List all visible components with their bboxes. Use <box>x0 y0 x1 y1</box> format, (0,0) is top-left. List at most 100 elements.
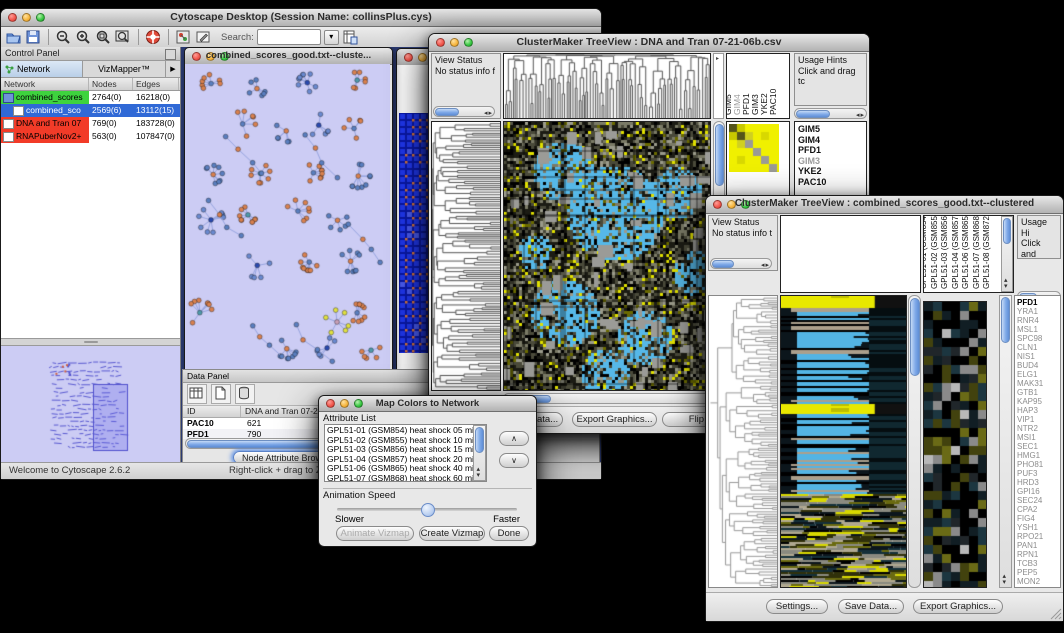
tv2-gene-label[interactable]: VIP1 <box>1017 415 1058 424</box>
zoom-fit-icon[interactable] <box>115 29 132 46</box>
tv1-button-export-graphics-[interactable]: Export Graphics... <box>572 412 657 427</box>
tv2-zoom-heatmap[interactable] <box>924 302 986 587</box>
tv2-gene-label[interactable]: PEP5 <box>1017 568 1058 577</box>
tv2-gene-label[interactable]: NTR2 <box>1017 424 1058 433</box>
vizmapper-icon[interactable] <box>175 29 192 46</box>
tv1-zoom-matrix[interactable] <box>729 124 779 172</box>
tv2-gene-label[interactable]: MSI1 <box>1017 433 1058 442</box>
tab-network[interactable]: Network <box>1 61 83 77</box>
tv2-button-settings-[interactable]: Settings... <box>766 599 828 614</box>
tv1-gene-label[interactable]: YKE2 <box>798 166 863 177</box>
attribute-list-vscrollbar[interactable]: ▴▾ <box>473 425 486 481</box>
network-view-frame[interactable]: combined_scores_good.txt--cluste... <box>184 47 393 371</box>
tv2-gene-label[interactable]: TCB3 <box>1017 559 1058 568</box>
column-header-edges[interactable]: Edges <box>133 78 179 90</box>
tv2-gene-label[interactable]: RPO21 <box>1017 532 1058 541</box>
tv2-heatmap[interactable] <box>781 296 906 587</box>
attribute-list-item[interactable]: GPL51-07 (GSM868) heat shock 60 min <box>327 474 484 482</box>
new-attribute-icon[interactable] <box>211 384 231 404</box>
tv1-gene-label[interactable]: PAC10 <box>798 177 863 188</box>
tv1-gene-label[interactable]: PFD1 <box>798 145 863 156</box>
tab-overflow-button[interactable]: ▶ <box>165 61 180 77</box>
zoom-in-icon[interactable] <box>75 29 92 46</box>
dialog-button-done[interactable]: Done <box>489 526 529 541</box>
tv2-gene-label[interactable]: MON2 <box>1017 577 1058 586</box>
tv2-gene-label[interactable]: PFD1 <box>1017 298 1058 307</box>
tv2-gene-label[interactable]: HMG1 <box>1017 451 1058 460</box>
tv2-gene-label[interactable]: SEC1 <box>1017 442 1058 451</box>
tv2-gene-label[interactable]: GTB1 <box>1017 388 1058 397</box>
annotation-icon[interactable] <box>195 29 212 46</box>
tv2-gene-label[interactable]: YSH1 <box>1017 523 1058 532</box>
tv1-column-dendrogram[interactable] <box>504 54 710 118</box>
attribute-list[interactable]: GPL51-01 (GSM854) heat shock 05 minGPL51… <box>324 424 487 482</box>
tv2-gene-label[interactable]: KAP95 <box>1017 397 1058 406</box>
tv2-gene-label[interactable]: NIS1 <box>1017 352 1058 361</box>
tv1-gene-label[interactable]: GIM3 <box>798 156 863 167</box>
tv2-gene-label[interactable]: MSL1 <box>1017 325 1058 334</box>
panel-splitter[interactable] <box>1 338 180 346</box>
treeview2-titlebar[interactable]: ClusterMaker TreeView : combined_scores_… <box>706 196 1063 214</box>
tv2-gene-label[interactable]: PUF3 <box>1017 469 1058 478</box>
tv2-gene-label[interactable]: BUD4 <box>1017 361 1058 370</box>
delete-attribute-icon[interactable] <box>235 384 255 404</box>
tv2-zoom-vscrollbar[interactable]: ▴▾ <box>999 295 1012 588</box>
network-canvas[interactable] <box>185 64 390 369</box>
data-column-header[interactable]: ID <box>183 406 241 417</box>
open-folder-icon[interactable] <box>5 29 22 46</box>
treeview1-titlebar[interactable]: ClusterMaker TreeView : DNA and Tran 07-… <box>429 34 869 52</box>
tab-vizmapper[interactable]: VizMapper™ <box>83 61 165 77</box>
tv2-button-export-graphics-[interactable]: Export Graphics... <box>913 599 1003 614</box>
tv2-gene-label[interactable]: CPA2 <box>1017 505 1058 514</box>
tv2-gene-label[interactable]: MAK31 <box>1017 379 1058 388</box>
tv2-collabels-vscrollbar[interactable]: ▴▾ <box>1001 216 1013 292</box>
network-table-row[interactable]: RNAPuberNov2+563(0)107847(0) <box>1 130 180 143</box>
search-dropdown-button[interactable]: ▾ <box>324 30 339 45</box>
float-panel-icon[interactable] <box>165 49 176 60</box>
tv2-gene-label[interactable]: RPN1 <box>1017 550 1058 559</box>
tv2-row-dendrogram[interactable] <box>709 296 777 587</box>
map-dialog-titlebar[interactable]: Map Colors to Network <box>319 396 536 412</box>
network-overview-thumbnail[interactable] <box>1 346 179 463</box>
save-icon[interactable] <box>25 29 42 46</box>
attribute-browser-icon[interactable] <box>342 29 359 46</box>
tv1-heatmap[interactable] <box>504 122 710 390</box>
tv2-gene-label[interactable]: FIG4 <box>1017 514 1058 523</box>
tv2-gene-list[interactable]: PFD1YRA1RNR4MSL1SPC98CLN1NIS1BUD4ELG1MAK… <box>1014 295 1061 588</box>
tv1-gene-label[interactable]: GIM4 <box>798 135 863 146</box>
column-header-nodes[interactable]: Nodes <box>89 78 133 90</box>
network-table-row[interactable]: DNA and Tran 07769(0)183728(0) <box>1 117 180 130</box>
tv2-gene-label[interactable]: PHO81 <box>1017 460 1058 469</box>
column-header-network[interactable]: Network <box>1 78 89 90</box>
move-up-button[interactable]: ∧ <box>499 431 529 446</box>
frame-close-button[interactable] <box>404 53 413 62</box>
attribute-select-icon[interactable] <box>187 384 207 404</box>
tv1-row-dendrogram[interactable] <box>432 122 500 390</box>
animation-speed-slider[interactable] <box>337 508 517 511</box>
tv2-gene-label[interactable]: SPC98 <box>1017 334 1058 343</box>
zoom-out-icon[interactable] <box>55 29 72 46</box>
network-table-row[interactable]: combined_scores2764(0)16218(0) <box>1 91 180 104</box>
network-table-row[interactable]: combined_sco2569(6)13112(15) <box>1 104 180 117</box>
tv2-button-save-data-[interactable]: Save Data... <box>838 599 904 614</box>
network-overview-panel[interactable] <box>1 346 180 463</box>
tv1-gene-label[interactable]: GIM5 <box>798 124 863 135</box>
tv2-gene-label[interactable]: ELG1 <box>1017 370 1058 379</box>
resize-grip-icon[interactable] <box>1049 607 1062 620</box>
tv2-gene-label[interactable]: HAP3 <box>1017 406 1058 415</box>
tv2-gene-label[interactable]: YRA1 <box>1017 307 1058 316</box>
tv2-column-dendrogram[interactable] <box>780 215 921 293</box>
tv2-gene-label[interactable]: PAN1 <box>1017 541 1058 550</box>
move-down-button[interactable]: ∨ <box>499 453 529 468</box>
frame-minimize-button[interactable] <box>418 53 427 62</box>
tv2-heatmap-vscrollbar[interactable] <box>908 295 921 588</box>
tv2-gene-label[interactable]: GPI16 <box>1017 487 1058 496</box>
tv2-gene-label[interactable]: RNR4 <box>1017 316 1058 325</box>
slider-thumb[interactable] <box>421 503 435 517</box>
tv2-gene-label[interactable]: HRD3 <box>1017 478 1058 487</box>
tv1-status-hscrollbar[interactable]: ◂▸ <box>433 106 495 117</box>
zoom-selected-icon[interactable] <box>95 29 112 46</box>
main-titlebar[interactable]: Cytoscape Desktop (Session Name: collins… <box>1 9 601 27</box>
tv2-status-hscrollbar[interactable]: ◂▸ <box>710 258 772 269</box>
tv1-hints-hscrollbar[interactable]: ◂▸ <box>794 108 867 119</box>
